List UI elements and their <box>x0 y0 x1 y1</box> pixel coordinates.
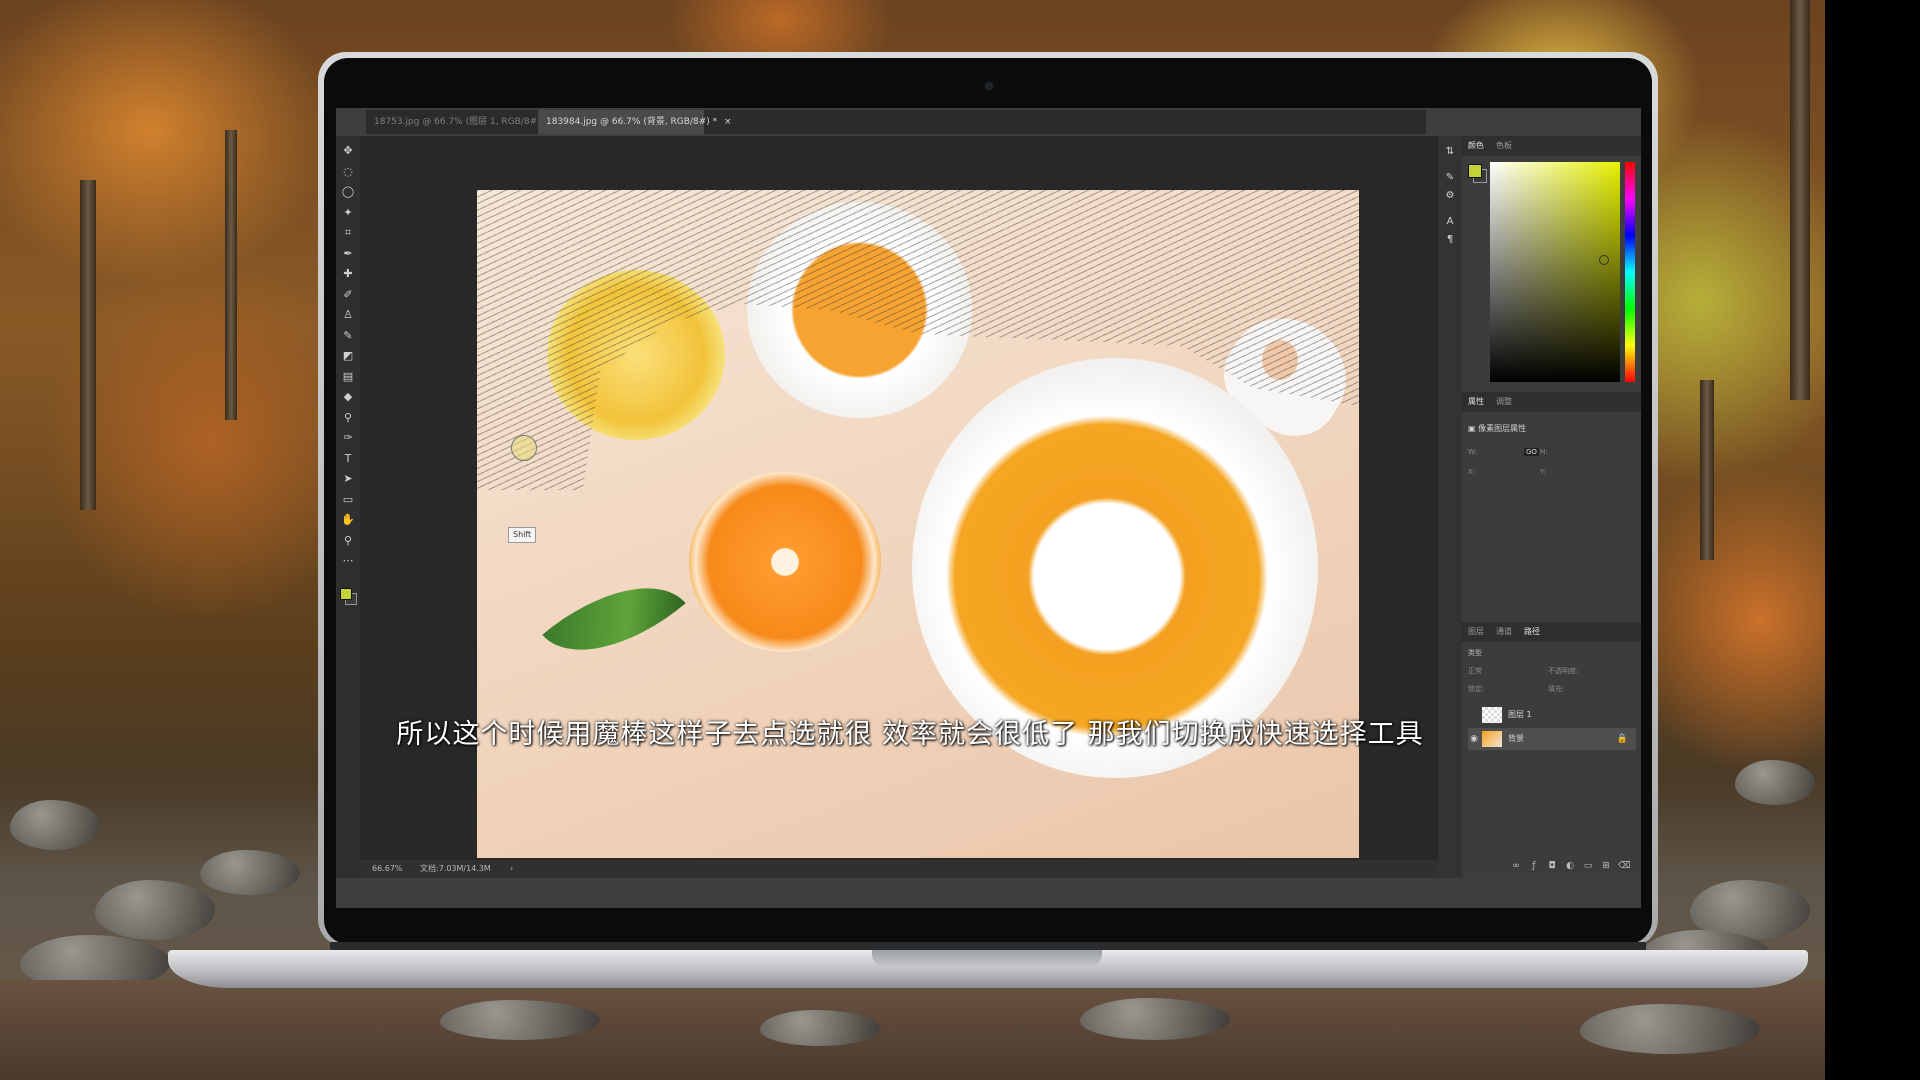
path-select-icon[interactable]: ➤ <box>341 472 355 486</box>
image-canvas[interactable]: Shift <box>477 190 1359 858</box>
brush-tool-icon[interactable]: ✐ <box>341 288 355 302</box>
doc-size: 文档:7.03M/14.3M <box>420 864 491 873</box>
history-icon[interactable]: ⇅ <box>1444 146 1456 158</box>
fill-label: 填充: <box>1548 685 1565 693</box>
letterbox-bar <box>1825 0 1920 1080</box>
fx-icon[interactable]: ƒ <box>1528 860 1540 872</box>
dodge-tool-icon[interactable]: ⚲ <box>341 411 355 425</box>
document-tab-2[interactable]: 183984.jpg @ 66.7% (背景, RGB/8#) * × <box>538 110 732 134</box>
tools-panel: ✥ ◌ ◯ ✦ ⌗ ✒ ✚ ✐ ♙ ✎ ◩ ▤ ◆ ⚲ ✑ T ➤ ▭ ✋ ⚲ ⋯ <box>336 136 360 878</box>
folder-icon[interactable]: ▭ <box>1582 860 1594 872</box>
properties-panel-tabs: 属性 调整 <box>1462 392 1641 412</box>
zoom-tool-icon[interactable]: ⚲ <box>341 534 355 548</box>
hue-slider[interactable] <box>1625 162 1635 382</box>
opacity-label: 不透明度: <box>1548 667 1579 675</box>
shift-tooltip: Shift <box>508 527 537 543</box>
status-bar: 66.67% 文档:7.03M/14.3M › <box>360 860 1438 878</box>
tab-swatches[interactable]: 色板 <box>1496 136 1512 156</box>
color-panel-tabs: 颜色 色板 <box>1462 136 1641 156</box>
crop-tool-icon[interactable]: ⌗ <box>341 226 355 240</box>
tab-label: 18753.jpg @ 66.7% (图层 1, RGB/8#) * <box>374 117 548 127</box>
foreground-color-swatch[interactable] <box>1468 164 1482 178</box>
more-tools-icon[interactable]: ⋯ <box>341 554 355 568</box>
brush-settings-icon[interactable]: ✎ <box>1444 172 1456 184</box>
w-label: W: <box>1468 448 1477 456</box>
tab-label: 183984.jpg @ 66.7% (背景, RGB/8#) * <box>546 117 718 127</box>
link-layers-icon[interactable]: ∞ <box>1510 860 1522 872</box>
quick-select-tool-icon[interactable]: ✦ <box>341 206 355 220</box>
tab-adjustments[interactable]: 调整 <box>1496 392 1512 412</box>
tab-layers[interactable]: 图层 <box>1468 622 1484 642</box>
blur-tool-icon[interactable]: ◆ <box>341 390 355 404</box>
green-leaf <box>542 551 686 687</box>
adjustment-layer-icon[interactable]: ◐ <box>1564 860 1576 872</box>
mask-icon[interactable]: ◘ <box>1546 860 1558 872</box>
layer-filter-select[interactable]: 类型 <box>1468 648 1482 658</box>
move-tool-icon[interactable]: ✥ <box>341 144 355 158</box>
orange-half <box>689 472 881 652</box>
paragraph-icon[interactable]: ¶ <box>1444 234 1456 246</box>
eyedropper-tool-icon[interactable]: ✒ <box>341 247 355 261</box>
healing-tool-icon[interactable]: ✚ <box>341 267 355 281</box>
properties-title-label: 像素图层属性 <box>1478 424 1527 433</box>
tab-paths[interactable]: 路径 <box>1524 622 1540 642</box>
layers-footer: ∞ ƒ ◘ ◐ ▭ ⊞ ⌫ <box>1462 860 1641 874</box>
canvas-area[interactable]: Shift <box>360 136 1438 878</box>
history-brush-icon[interactable]: ✎ <box>341 329 355 343</box>
shape-tool-icon[interactable]: ▭ <box>341 493 355 507</box>
stream-water <box>0 980 1825 1080</box>
pen-tool-icon[interactable]: ✑ <box>341 431 355 445</box>
photoshop-window: 18753.jpg @ 66.7% (图层 1, RGB/8#) * × 183… <box>336 108 1641 908</box>
laptop-notch <box>872 950 1102 968</box>
collapsed-panel-dock: ⇅ ✎ ⚙ A ¶ <box>1438 136 1462 878</box>
type-tool-icon[interactable]: T <box>341 452 355 466</box>
right-panels: 颜色 色板 属性 调整 ▣ 像素图层属性 W: GO H: X: Y: 图层 通… <box>1462 136 1641 878</box>
marquee-tool-icon[interactable]: ◌ <box>341 165 355 179</box>
video-frame: 18753.jpg @ 66.7% (图层 1, RGB/8#) * × 183… <box>0 0 1920 1080</box>
status-arrow-icon[interactable]: › <box>510 860 513 878</box>
blend-mode-select[interactable]: 正常 <box>1468 666 1482 676</box>
link-dimensions-button[interactable]: GO <box>1524 448 1539 456</box>
gradient-tool-icon[interactable]: ▤ <box>341 370 355 384</box>
picker-ring-icon[interactable] <box>1599 255 1609 265</box>
adjust-icon[interactable]: ⚙ <box>1444 190 1456 202</box>
h-label: H: <box>1540 448 1548 456</box>
eraser-tool-icon[interactable]: ◩ <box>341 349 355 363</box>
trash-icon[interactable]: ⌫ <box>1618 860 1631 872</box>
webcam-icon <box>985 82 993 90</box>
tab-channels[interactable]: 通道 <box>1496 622 1512 642</box>
x-label: X: <box>1468 468 1476 476</box>
lasso-tool-icon[interactable]: ◯ <box>341 185 355 199</box>
color-picker-field[interactable] <box>1490 162 1620 382</box>
tab-color[interactable]: 颜色 <box>1468 136 1484 156</box>
zoom-level[interactable]: 66.67% <box>372 860 403 878</box>
character-icon[interactable]: A <box>1444 216 1456 228</box>
y-label: Y: <box>1540 468 1546 476</box>
hand-tool-icon[interactable]: ✋ <box>341 513 355 527</box>
properties-title: ▣ 像素图层属性 <box>1468 422 1526 436</box>
pixel-layer-icon: ▣ <box>1468 424 1479 433</box>
stamp-tool-icon[interactable]: ♙ <box>341 308 355 322</box>
document-tab-1[interactable]: 18753.jpg @ 66.7% (图层 1, RGB/8#) * × <box>366 110 562 134</box>
brush-cursor-icon <box>511 435 537 461</box>
close-icon[interactable]: × <box>724 117 732 127</box>
layers-panel-tabs: 图层 通道 路径 <box>1462 622 1641 642</box>
video-subtitle: 所以这个时候用魔棒这样子去点选就很 效率就会很低了 那我们切换成快速选择工具 <box>396 719 1424 750</box>
toolbar-foreground-swatch[interactable] <box>340 588 352 600</box>
lock-label: 锁定: <box>1468 685 1485 693</box>
tab-properties[interactable]: 属性 <box>1468 392 1484 412</box>
document-tabs: 18753.jpg @ 66.7% (图层 1, RGB/8#) * × 183… <box>366 110 1426 134</box>
new-layer-icon[interactable]: ⊞ <box>1600 860 1612 872</box>
